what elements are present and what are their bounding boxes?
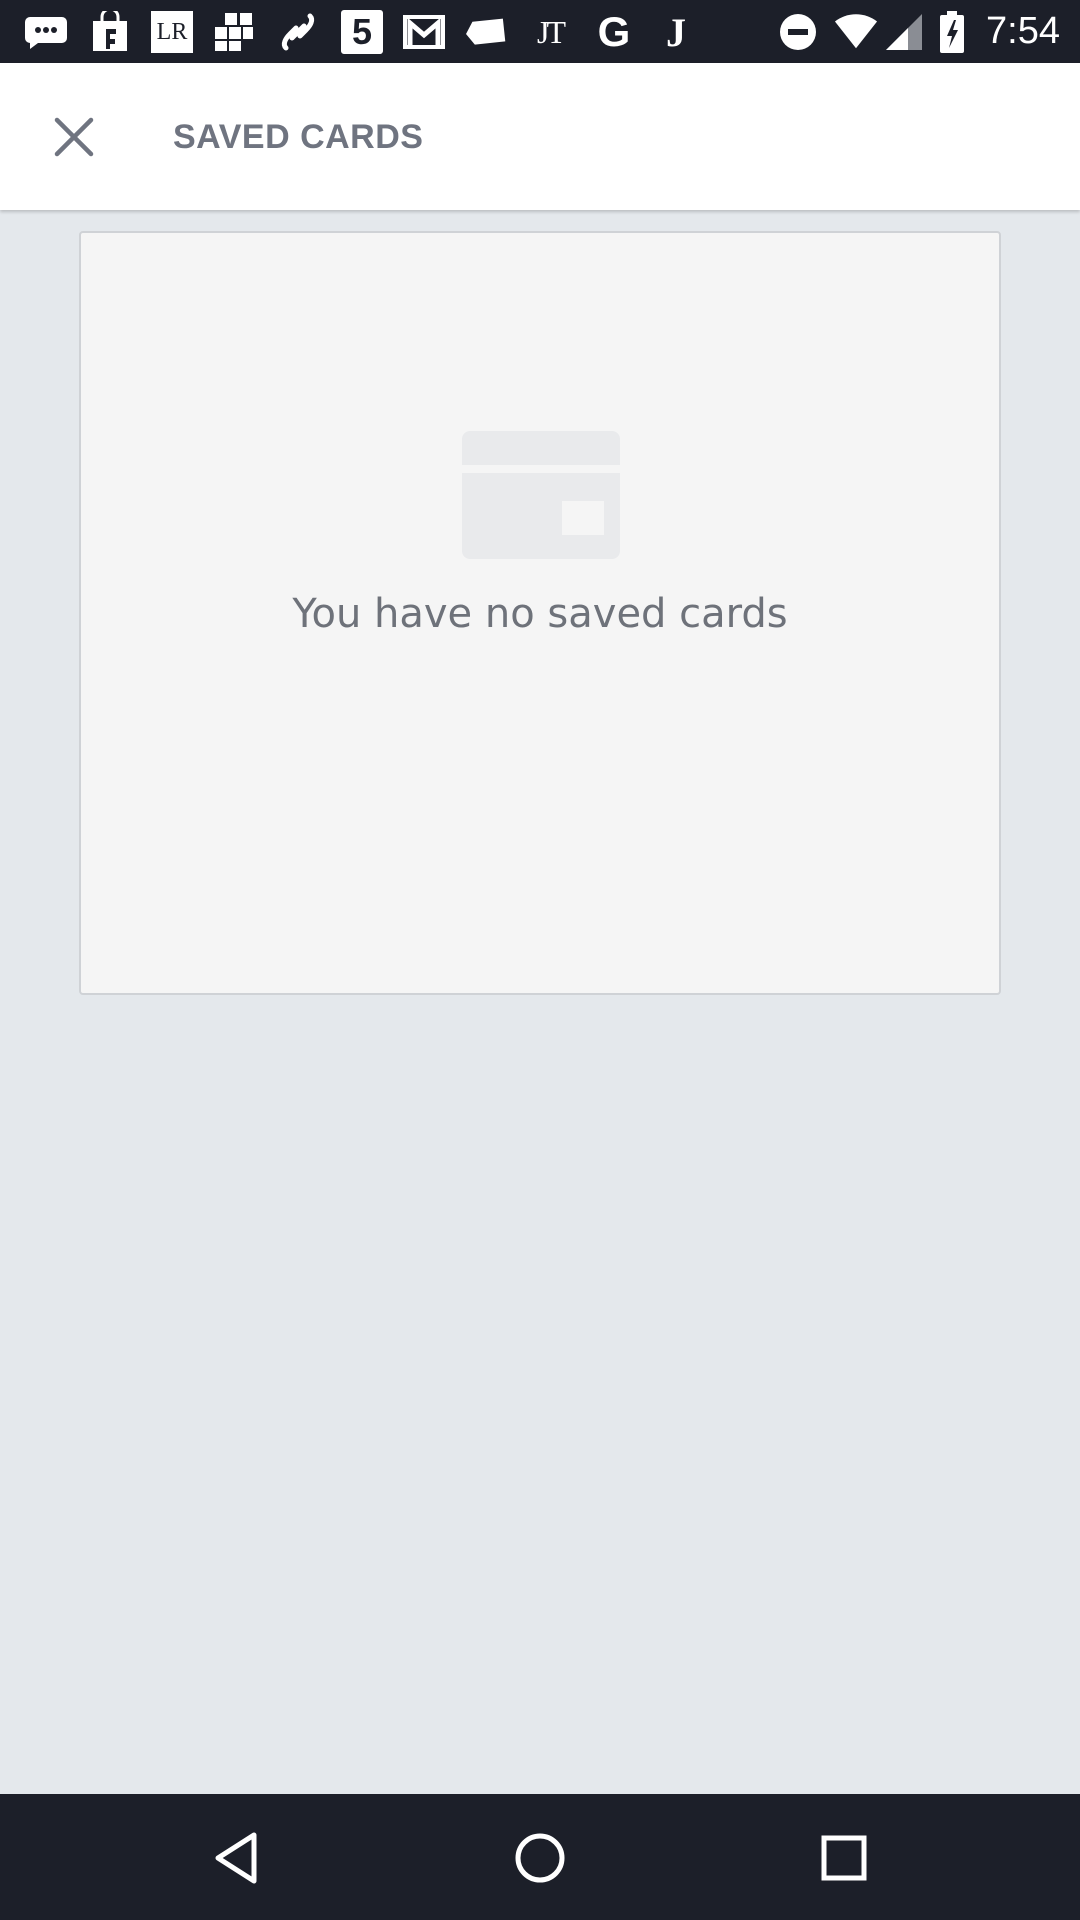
- page-title: SAVED CARDS: [173, 118, 424, 156]
- saved-cards-panel: You have no saved cards: [79, 231, 1001, 995]
- cell-signal-icon: [882, 10, 926, 54]
- five-label: 5: [341, 10, 383, 54]
- close-icon: [54, 117, 94, 157]
- jt-label: JT: [537, 13, 566, 50]
- grid-app-icon: [212, 10, 256, 54]
- top-app-bar: SAVED CARDS: [0, 63, 1080, 210]
- back-button[interactable]: [202, 1824, 270, 1892]
- tag-icon: [464, 10, 508, 54]
- g-label: G: [597, 8, 631, 55]
- lr-app-icon: LR: [150, 10, 194, 54]
- back-icon: [215, 1832, 257, 1884]
- empty-state-message: You have no saved cards: [292, 591, 788, 637]
- status-bar: LR 5 JT G J 7:54: [0, 0, 1080, 63]
- j-app-icon: J: [654, 9, 698, 55]
- recents-icon: [821, 1835, 867, 1881]
- home-icon: [515, 1833, 565, 1883]
- wifi-icon: [834, 10, 878, 54]
- gmail-icon: [402, 10, 446, 54]
- home-button[interactable]: [506, 1824, 574, 1892]
- five-app-icon: 5: [340, 10, 384, 54]
- navigation-bar: [0, 1794, 1080, 1920]
- recents-button[interactable]: [810, 1824, 878, 1892]
- lr-label: LR: [151, 11, 193, 53]
- messages-icon: [24, 10, 68, 54]
- link-app-icon: [276, 10, 320, 54]
- battery-charging-icon: [930, 10, 974, 54]
- close-button[interactable]: [40, 103, 108, 171]
- shopping-bag-icon: [88, 10, 132, 54]
- credit-card-icon: [462, 431, 620, 559]
- google-icon: G: [592, 8, 636, 55]
- j-label: J: [666, 9, 686, 55]
- do-not-disturb-icon: [776, 10, 820, 54]
- clock: 7:54: [986, 10, 1060, 52]
- jt-app-icon: JT: [528, 10, 572, 54]
